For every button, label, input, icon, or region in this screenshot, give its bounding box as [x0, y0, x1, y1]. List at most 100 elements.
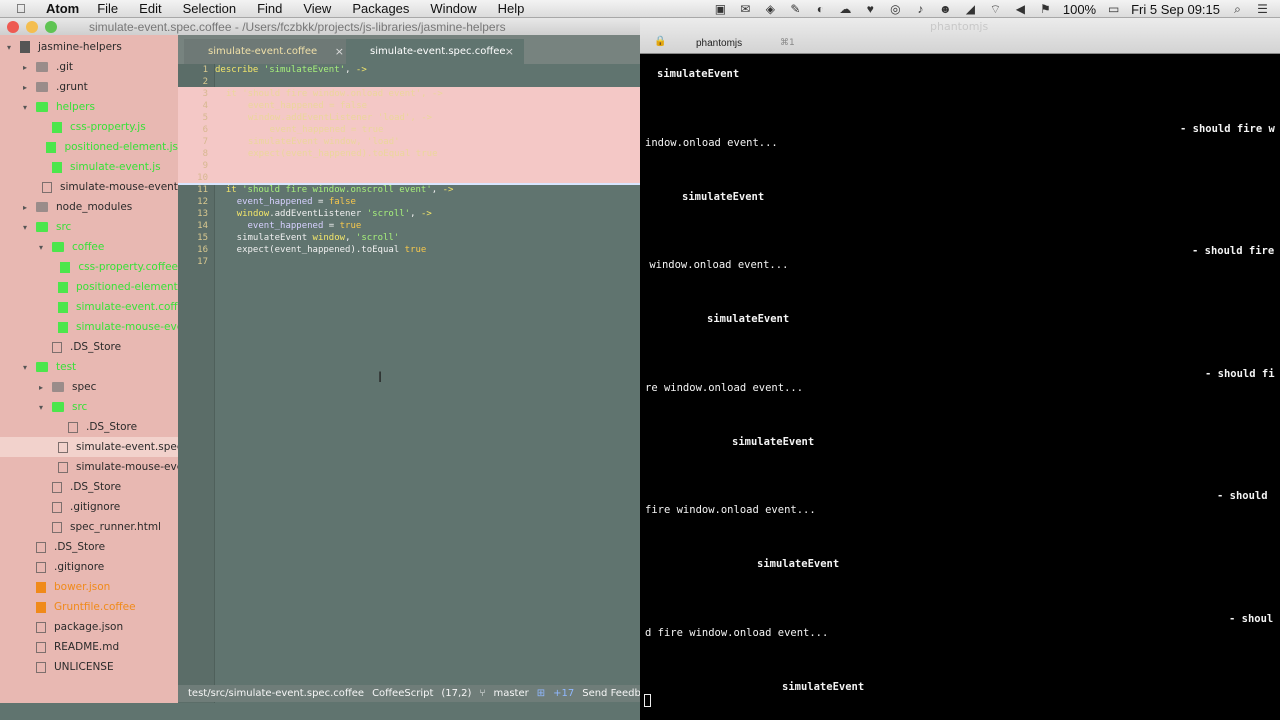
menu-file[interactable]: File [97, 1, 118, 16]
cloud-icon[interactable]: ☁ [838, 2, 853, 16]
gmail-icon[interactable]: ✉ [738, 2, 753, 16]
tree-item[interactable]: UNLICENSE [0, 657, 178, 677]
menu-find[interactable]: Find [257, 1, 282, 16]
tree-item[interactable]: .DS_Store [0, 337, 178, 357]
file-icon [58, 301, 68, 313]
terminal-line: re window.onload event... [645, 382, 804, 394]
tree-item[interactable]: ▸ .grunt [0, 77, 178, 97]
tree-item[interactable]: positioned-element.js [0, 137, 178, 157]
tree-item[interactable]: ▾ test [0, 357, 178, 377]
tree-item-label: helpers [56, 101, 95, 113]
chevron-down-icon[interactable]: ▾ [20, 103, 30, 112]
tree-item[interactable]: ▾ coffee [0, 237, 178, 257]
tree-item[interactable]: simulate-event.js [0, 157, 178, 177]
tools-icon[interactable]: ✎ [788, 2, 803, 16]
speaker-icon[interactable]: ◀ [1013, 2, 1028, 16]
tree-item[interactable]: simulate-mouse-event.spec.coffee [0, 457, 178, 477]
line-number: 12 [197, 197, 208, 207]
apple-menu-icon[interactable]:  [16, 1, 32, 16]
clock[interactable]: Fri 5 Sep 09:15 [1131, 2, 1220, 17]
file-icon [36, 661, 46, 673]
tree-item[interactable]: bower.json [0, 577, 178, 597]
wifi-icon[interactable]: ⌔ [988, 2, 1003, 17]
chevron-down-icon[interactable]: ▾ [4, 43, 14, 52]
notification-bell-icon[interactable]: ♪ [913, 2, 928, 16]
tree-item[interactable]: simulate-mouse-event.js [0, 177, 178, 197]
sync-icon[interactable]: ◐ [813, 2, 828, 16]
volume-icon[interactable]: ◢ [963, 2, 978, 16]
file-icon [52, 161, 62, 173]
evernote-icon[interactable]: ♥ [863, 2, 878, 16]
tree-item[interactable]: ▸ node_modules [0, 197, 178, 217]
chevron-right-icon[interactable]: ▸ [20, 203, 30, 212]
tree-item[interactable]: spec_runner.html [0, 517, 178, 537]
tree-item[interactable]: simulate-mouse-event.coffee [0, 317, 178, 337]
tree-item[interactable]: css-property.js [0, 117, 178, 137]
faded-code-line: window.addEventListener 'load', -> [237, 113, 433, 123]
tree-item[interactable]: ▾ jasmine-helpers [0, 37, 178, 57]
tree-item[interactable]: .DS_Store [0, 477, 178, 497]
tree-item[interactable]: ▾ src [0, 217, 178, 237]
chevron-down-icon[interactable]: ▾ [20, 363, 30, 372]
menu-packages[interactable]: Packages [352, 1, 409, 16]
terminal-cursor [644, 694, 651, 707]
send-feedback-link[interactable]: Send Feedback [582, 688, 640, 699]
terminal-line: - should fire [1192, 245, 1275, 257]
chevron-right-icon[interactable]: ▸ [36, 383, 46, 392]
terminal-line: - shoul [1229, 613, 1274, 625]
tab-close-icon[interactable]: × [335, 45, 344, 58]
chevron-down-icon[interactable]: ▾ [20, 223, 30, 232]
tab-simulate-event-coffee[interactable]: simulate-event.coffee × [184, 39, 354, 64]
tree-item[interactable]: .gitignore [0, 557, 178, 577]
tree-item[interactable]: README.md [0, 637, 178, 657]
terminal-tab-name[interactable]: phantomjs [696, 38, 742, 49]
tree-item[interactable]: ▸ spec [0, 377, 178, 397]
tree-item[interactable]: ▾ helpers [0, 97, 178, 117]
tree-item[interactable]: Gruntfile.coffee [0, 597, 178, 617]
tab-simulate-event-spec-coffee[interactable]: simulate-event.spec.coffee × [346, 39, 524, 64]
menu-view[interactable]: View [303, 1, 331, 16]
chevron-down-icon[interactable]: ▾ [36, 243, 46, 252]
menubar-app-name[interactable]: Atom [46, 1, 79, 16]
file-icon [36, 601, 46, 613]
menu-window[interactable]: Window [430, 1, 476, 16]
menu-help[interactable]: Help [498, 1, 525, 16]
cloudapp-icon[interactable]: ◎ [888, 2, 903, 16]
status-file-path[interactable]: test/src/simulate-event.spec.coffee [188, 688, 364, 699]
status-grammar[interactable]: CoffeeScript [372, 688, 433, 699]
screen-record-icon[interactable]: ▣ [713, 2, 728, 16]
file-icon [68, 421, 78, 433]
spotlight-search-icon[interactable]: ⌕ [1230, 2, 1245, 17]
tree-item[interactable]: package.json [0, 617, 178, 637]
tab-close-icon[interactable]: × [505, 45, 514, 58]
status-branch[interactable]: master [493, 688, 528, 699]
battery-icon[interactable]: ▭ [1106, 2, 1121, 16]
tree-item[interactable]: css-property.coffee [0, 257, 178, 277]
zoom-window-button[interactable] [45, 20, 57, 33]
tree-item[interactable]: simulate-event.coffee [0, 297, 178, 317]
chevron-right-icon[interactable]: ▸ [20, 63, 30, 72]
tree-item-label: simulate-mouse-event.spec.coffee [76, 461, 178, 473]
tree-item[interactable]: .gitignore [0, 497, 178, 517]
tree-item[interactable]: ▾ src [0, 397, 178, 417]
battery-percent[interactable]: 100% [1063, 2, 1096, 17]
tree-item-label: simulate-mouse-event.coffee [76, 321, 178, 333]
us-flag-icon[interactable]: ⚑ [1038, 2, 1053, 16]
alien-icon[interactable]: ☻ [938, 2, 953, 16]
terminal-line: - should fire w [1180, 123, 1275, 135]
chevron-down-icon[interactable]: ▾ [36, 403, 46, 412]
tree-item[interactable]: .DS_Store [0, 417, 178, 437]
close-window-button[interactable] [7, 20, 19, 33]
tree-item[interactable]: ▸ .git [0, 57, 178, 77]
tree-item[interactable]: .DS_Store [0, 537, 178, 557]
notification-center-icon[interactable]: ☰ [1255, 2, 1270, 16]
menu-edit[interactable]: Edit [139, 1, 161, 16]
dropbox-icon[interactable]: ◈ [763, 2, 778, 16]
file-icon [52, 341, 62, 353]
file-icon [36, 561, 46, 573]
minimize-window-button[interactable] [26, 20, 38, 33]
chevron-right-icon[interactable]: ▸ [20, 83, 30, 92]
menu-selection[interactable]: Selection [183, 1, 236, 16]
tree-item[interactable]: positioned-element.coffee [0, 277, 178, 297]
tree-item[interactable]: simulate-event.spec.coffee [0, 437, 178, 457]
